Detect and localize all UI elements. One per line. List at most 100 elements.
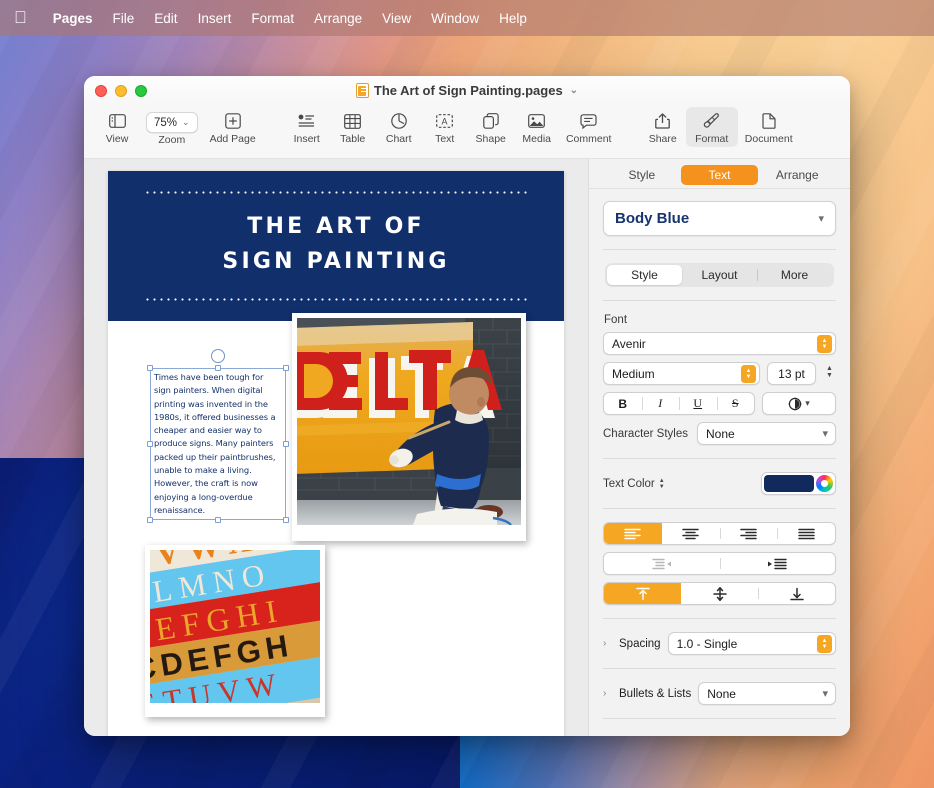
spacing-select[interactable]: 1.0 - Single ▲▼ — [668, 632, 836, 655]
toolbar-chart-button[interactable]: Chart — [376, 107, 422, 147]
tab-text[interactable]: Text — [681, 165, 759, 185]
share-icon — [655, 110, 670, 132]
font-size-field[interactable]: 13 pt — [767, 362, 816, 385]
photo-alphabet[interactable]: UVWXY KLMNO DEFGHI CDEFGH — [145, 545, 325, 717]
paragraph-style-popup[interactable]: Body Blue ▾ — [603, 201, 836, 236]
align-bottom-button[interactable] — [758, 583, 835, 604]
toolbar-text-label: Text — [435, 133, 454, 145]
menu-item-edit[interactable]: Edit — [144, 9, 187, 28]
resize-handle-bottom-center[interactable] — [215, 517, 221, 523]
toolbar-document-button[interactable]: Document — [738, 107, 800, 147]
menu-item-view[interactable]: View — [372, 9, 421, 28]
align-middle-button[interactable] — [681, 583, 758, 604]
title-banner[interactable]: THE ART OF SIGN PAINTING — [108, 171, 564, 321]
resize-handle-middle-left[interactable] — [147, 441, 153, 447]
bullets-lists-row: › Bullets & Lists None ▾ — [603, 682, 836, 705]
subtab-layout[interactable]: Layout — [682, 265, 757, 285]
apple-logo-icon[interactable]:  — [14, 9, 27, 26]
font-size-stepper[interactable]: ▲▼ — [823, 362, 836, 382]
tab-style[interactable]: Style — [603, 165, 681, 185]
menu-item-help[interactable]: Help — [489, 9, 537, 28]
document-page[interactable]: THE ART OF SIGN PAINTING — [108, 171, 564, 736]
subtab-more[interactable]: More — [757, 265, 832, 285]
menu-item-window[interactable]: Window — [421, 9, 489, 28]
maximize-button[interactable] — [135, 85, 147, 97]
font-family-select[interactable]: Avenir ▲▼ — [603, 332, 836, 355]
toolbar-comment-button[interactable]: Comment — [560, 107, 618, 147]
bullets-disclosure-triangle-icon[interactable]: › — [603, 688, 612, 699]
resize-handle-bottom-left[interactable] — [147, 517, 153, 523]
body-text: Times have been tough for sign painters.… — [154, 371, 282, 517]
pages-document-icon — [356, 83, 369, 98]
chevron-down-icon: ▾ — [805, 398, 810, 409]
color-wheel-icon[interactable] — [816, 475, 833, 492]
toolbar-share-button[interactable]: Share — [640, 107, 686, 147]
toolbar-view-button[interactable]: View — [94, 107, 140, 147]
toolbar-insert-button[interactable]: Insert — [284, 107, 330, 147]
bold-button[interactable]: B — [604, 393, 642, 414]
character-styles-select[interactable]: None ▾ — [697, 422, 836, 445]
window-controls — [84, 85, 147, 97]
close-button[interactable] — [95, 85, 107, 97]
align-left-button[interactable] — [604, 523, 662, 544]
align-center-button[interactable] — [662, 523, 720, 544]
align-right-button[interactable] — [720, 523, 778, 544]
resize-handle-middle-right[interactable] — [283, 441, 289, 447]
font-weight-size-row: Medium ▲▼ 13 pt ▲▼ — [603, 362, 836, 385]
increase-indent-button[interactable] — [720, 553, 836, 574]
tab-arrange[interactable]: Arrange — [758, 165, 836, 185]
rotation-handle[interactable] — [211, 349, 225, 363]
banner-title-line2: SIGN PAINTING — [108, 244, 564, 279]
menu-item-pages[interactable]: Pages — [43, 9, 103, 28]
body-text-box[interactable]: Times have been tough for sign painters.… — [150, 368, 286, 520]
stepper-icon[interactable]: ▲▼ — [817, 635, 832, 653]
toolbar-text-button[interactable]: A Text — [422, 107, 468, 147]
character-styles-row: Character Styles None ▾ — [603, 422, 836, 445]
toolbar-add-page-button[interactable]: Add Page — [204, 107, 262, 147]
photo-sign-painter[interactable] — [292, 313, 526, 541]
align-top-button[interactable] — [604, 583, 681, 604]
document-icon — [762, 110, 776, 132]
stepper-icon[interactable]: ▲▼ — [741, 365, 756, 383]
toolbar-table-label: Table — [340, 133, 365, 145]
resize-handle-bottom-right[interactable] — [283, 517, 289, 523]
text-options-gear-button[interactable]: ▾ — [762, 392, 836, 415]
bullets-lists-label: Bullets & Lists — [619, 688, 691, 700]
decrease-indent-button[interactable] — [604, 553, 720, 574]
toolbar-format-label: Format — [695, 133, 728, 145]
italic-button[interactable]: I — [642, 393, 680, 414]
toolbar-share-label: Share — [649, 133, 677, 145]
text-subtabs: Style Layout More — [605, 263, 834, 287]
menu-item-file[interactable]: File — [103, 9, 145, 28]
document-canvas[interactable]: THE ART OF SIGN PAINTING — [84, 159, 588, 736]
resize-handle-top-center[interactable] — [215, 365, 221, 371]
resize-handle-top-right[interactable] — [283, 365, 289, 371]
font-weight-select[interactable]: Medium ▲▼ — [603, 362, 760, 385]
toolbar-shape-button[interactable]: Shape — [468, 107, 514, 147]
resize-handle-top-left[interactable] — [147, 365, 153, 371]
toolbar-format-button[interactable]: Format — [686, 107, 738, 147]
chevron-down-icon: ⌄ — [182, 117, 190, 128]
spacing-disclosure-triangle-icon[interactable]: › — [603, 638, 612, 649]
stepper-icon[interactable]: ▲▼ — [817, 335, 832, 353]
toolbar-zoom-control[interactable]: 75% ⌄ Zoom — [140, 107, 204, 148]
strikethrough-button[interactable]: S — [717, 393, 755, 414]
zoom-popup-button[interactable]: 75% ⌄ — [146, 112, 198, 133]
toolbar-media-button[interactable]: Media — [514, 107, 560, 147]
insert-media-icon — [298, 110, 315, 132]
menu-item-arrange[interactable]: Arrange — [304, 9, 372, 28]
menu-item-insert[interactable]: Insert — [188, 9, 242, 28]
divider-2 — [603, 300, 836, 301]
title-chevron-down-icon[interactable]: ⌄ — [570, 85, 578, 96]
align-justify-button[interactable] — [777, 523, 835, 544]
text-color-swatch[interactable] — [764, 475, 814, 492]
chevron-down-icon: ▾ — [818, 212, 824, 225]
toolbar-document-label: Document — [745, 133, 793, 145]
text-color-mode-stepper[interactable]: ▲▼ — [659, 478, 665, 490]
toolbar-table-button[interactable]: Table — [330, 107, 376, 147]
bullets-lists-select[interactable]: None ▾ — [698, 682, 836, 705]
minimize-button[interactable] — [115, 85, 127, 97]
menu-item-format[interactable]: Format — [241, 9, 304, 28]
subtab-style[interactable]: Style — [607, 265, 682, 285]
underline-button[interactable]: U — [679, 393, 717, 414]
